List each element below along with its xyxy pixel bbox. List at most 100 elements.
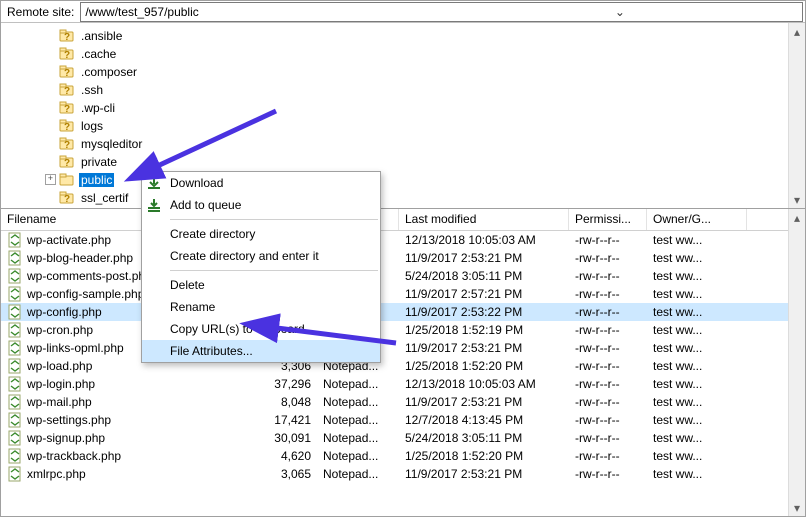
file-icon	[7, 232, 23, 248]
folder-icon: ?	[59, 82, 75, 98]
col-permissions[interactable]: Permissi...	[569, 209, 647, 230]
table-row[interactable]: wp-settings.php17,421Notepad...12/7/2018…	[1, 411, 788, 429]
tree-item[interactable]: ?private	[1, 153, 788, 171]
file-icon	[7, 466, 23, 482]
file-permissions: -rw-r--r--	[569, 431, 647, 445]
table-row[interactable]: wp-load.php3,306Notepad...1/25/2018 1:52…	[1, 357, 788, 375]
scroll-down-icon[interactable]: ▾	[789, 191, 805, 208]
menu-item[interactable]: File Attributes...	[142, 340, 380, 362]
file-owner: test ww...	[647, 305, 747, 319]
table-row[interactable]: wp-signup.php30,091Notepad...5/24/2018 3…	[1, 429, 788, 447]
scroll-down-icon[interactable]: ▾	[789, 499, 805, 516]
col-modified[interactable]: Last modified	[399, 209, 569, 230]
table-row[interactable]: wp-activate.phpad...12/13/2018 10:05:03 …	[1, 231, 788, 249]
tree-item[interactable]: ?.composer	[1, 63, 788, 81]
tree-item-label: .ansible	[79, 29, 124, 43]
file-owner: test ww...	[647, 413, 747, 427]
file-modified: 11/9/2017 2:57:21 PM	[399, 287, 569, 301]
menu-separator	[170, 219, 378, 220]
file-list[interactable]: Filename e Last modified Permissi... Own…	[1, 209, 788, 516]
menu-item[interactable]: Delete	[142, 274, 380, 296]
menu-item-label: Delete	[170, 278, 205, 292]
svg-text:?: ?	[64, 86, 70, 97]
tree-item[interactable]: ?.cache	[1, 45, 788, 63]
folder-tree-pane: ? .ansible ?.cache?.composer?.ssh?.wp-cli?…	[1, 23, 805, 209]
col-owner[interactable]: Owner/G...	[647, 209, 747, 230]
tree-item-label: public	[79, 173, 114, 187]
file-name: wp-links-opml.php	[27, 341, 124, 355]
table-row[interactable]: wp-config.phpad...11/9/2017 2:53:22 PM-r…	[1, 303, 788, 321]
file-modified: 12/13/2018 10:05:03 AM	[399, 233, 569, 247]
tree-item[interactable]: ?.wp-cli	[1, 99, 788, 117]
chevron-down-icon[interactable]: ⌄	[442, 5, 798, 19]
tree-item[interactable]: ?.ssh	[1, 81, 788, 99]
queue-icon	[146, 197, 162, 213]
file-size: 4,620	[231, 449, 317, 463]
file-icon	[7, 358, 23, 374]
file-modified: 1/25/2018 1:52:20 PM	[399, 359, 569, 373]
table-row[interactable]: wp-mail.php8,048Notepad...11/9/2017 2:53…	[1, 393, 788, 411]
tree-item-label: mysqleditor	[79, 137, 144, 151]
table-row[interactable]: wp-login.php37,296Notepad...12/13/2018 1…	[1, 375, 788, 393]
file-icon	[7, 376, 23, 392]
menu-item[interactable]: Add to queue	[142, 194, 380, 216]
menu-item[interactable]: Copy URL(s) to clipboard	[142, 318, 380, 340]
file-type: Notepad...	[317, 467, 399, 481]
svg-text:?: ?	[64, 140, 70, 151]
file-name: xmlrpc.php	[27, 467, 86, 481]
tree-item[interactable]: ? .ansible	[1, 27, 788, 45]
file-type: Notepad...	[317, 449, 399, 463]
tree-item[interactable]: + public	[1, 171, 788, 189]
menu-item[interactable]: Create directory and enter it	[142, 245, 380, 267]
scroll-up-icon[interactable]: ▴	[789, 209, 805, 226]
file-modified: 11/9/2017 2:53:21 PM	[399, 467, 569, 481]
menu-item-label: Download	[170, 176, 223, 190]
table-row[interactable]: wp-cron.php3,669Notepad1/25/2018 1:52:19…	[1, 321, 788, 339]
menu-item-label: Copy URL(s) to clipboard	[170, 322, 305, 336]
folder-icon: ?	[59, 46, 75, 62]
remote-path-text: /www/test_957/public	[85, 5, 441, 19]
table-row[interactable]: wp-trackback.php4,620Notepad...1/25/2018…	[1, 447, 788, 465]
table-row[interactable]: wp-comments-post.phad...5/24/2018 3:05:1…	[1, 267, 788, 285]
file-owner: test ww...	[647, 449, 747, 463]
file-permissions: -rw-r--r--	[569, 233, 647, 247]
folder-tree[interactable]: ? .ansible ?.cache?.composer?.ssh?.wp-cli?…	[1, 23, 788, 208]
file-name: wp-cron.php	[27, 323, 93, 337]
file-owner: test ww...	[647, 251, 747, 265]
address-bar: Remote site: /www/test_957/public ⌄	[1, 1, 805, 23]
file-icon	[7, 322, 23, 338]
file-owner: test ww...	[647, 233, 747, 247]
menu-separator	[170, 270, 378, 271]
tree-item[interactable]: ?logs	[1, 117, 788, 135]
table-row[interactable]: wp-config-sample.phpad...11/9/2017 2:57:…	[1, 285, 788, 303]
svg-text:?: ?	[64, 104, 70, 115]
table-row[interactable]: xmlrpc.php3,065Notepad...11/9/2017 2:53:…	[1, 465, 788, 483]
file-list-pane: Filename e Last modified Permissi... Own…	[1, 209, 805, 516]
tree-item[interactable]: ?ssl_certif	[1, 189, 788, 207]
file-owner: test ww...	[647, 341, 747, 355]
file-permissions: -rw-r--r--	[569, 305, 647, 319]
file-permissions: -rw-r--r--	[569, 359, 647, 373]
remote-path-input[interactable]: /www/test_957/public ⌄	[80, 2, 803, 22]
table-row[interactable]: wp-blog-header.phpad...11/9/2017 2:53:21…	[1, 249, 788, 267]
menu-item[interactable]: Download	[142, 172, 380, 194]
file-permissions: -rw-r--r--	[569, 395, 647, 409]
file-icon	[7, 394, 23, 410]
folder-icon: ?	[59, 28, 75, 44]
menu-item[interactable]: Create directory	[142, 223, 380, 245]
file-modified: 1/25/2018 1:52:19 PM	[399, 323, 569, 337]
tree-item[interactable]: ? mysqleditor	[1, 135, 788, 153]
list-scrollbar[interactable]: ▴ ▾	[788, 209, 805, 516]
folder-icon: ?	[59, 118, 75, 134]
context-menu[interactable]: Download Add to queue Create directoryCrea…	[141, 171, 381, 363]
expand-icon[interactable]: +	[45, 174, 56, 185]
file-permissions: -rw-r--r--	[569, 251, 647, 265]
table-row[interactable]: wp-links-opml.php2,422Notepad...11/9/201…	[1, 339, 788, 357]
file-list-header[interactable]: Filename e Last modified Permissi... Own…	[1, 209, 788, 231]
tree-scrollbar[interactable]: ▴ ▾	[788, 23, 805, 208]
scroll-up-icon[interactable]: ▴	[789, 23, 805, 40]
file-owner: test ww...	[647, 323, 747, 337]
menu-item[interactable]: Rename	[142, 296, 380, 318]
file-icon	[7, 268, 23, 284]
folder-icon: ?	[59, 154, 75, 170]
